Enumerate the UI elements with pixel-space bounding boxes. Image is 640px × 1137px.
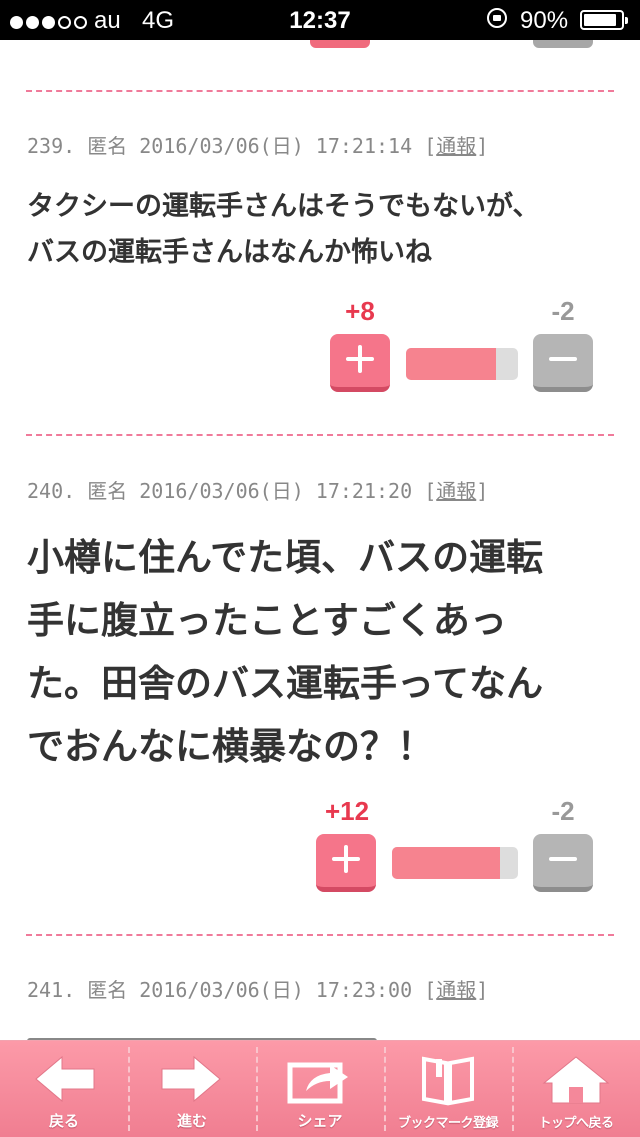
comment-datetime: 2016/03/06(日) 17:21:20 bbox=[139, 479, 413, 503]
comment-text: タクシーの運転手さんはそうでもないが、 バスの運転手さんはなんか怖いね bbox=[27, 184, 597, 276]
share-icon bbox=[287, 1062, 348, 1104]
vote-ratio-fill bbox=[392, 847, 500, 879]
share-label: シェア bbox=[297, 1112, 343, 1130]
back-label: 戻る bbox=[48, 1112, 79, 1130]
report-link[interactable]: 通報 bbox=[436, 978, 476, 1002]
arrow-left-icon bbox=[35, 1055, 95, 1103]
comment-line: でおんなに横暴なの？！ bbox=[27, 725, 434, 768]
divider bbox=[26, 934, 614, 936]
minus-icon bbox=[549, 857, 577, 861]
comment-meta: 239. 匿名 2016/03/06(日) 17:21:14 [通報] bbox=[27, 134, 489, 158]
plus-vote-count: +8 bbox=[345, 296, 375, 326]
plus-vote-button[interactable] bbox=[330, 334, 390, 392]
battery-icon bbox=[580, 10, 628, 30]
rotation-lock-icon bbox=[487, 8, 507, 28]
comment-meta: 240. 匿名 2016/03/06(日) 17:21:20 [通報] bbox=[27, 479, 489, 503]
vote-ratio-bar bbox=[406, 348, 518, 380]
comment-number: 239. bbox=[27, 134, 76, 158]
comment-number: 240. bbox=[27, 479, 76, 503]
minus-vote-button[interactable] bbox=[533, 334, 593, 392]
plus-vote-button[interactable] bbox=[316, 834, 376, 892]
minus-vote-count: -2 bbox=[551, 296, 575, 326]
comment-author: 匿名 bbox=[87, 978, 128, 1002]
arrow-right-icon bbox=[161, 1055, 221, 1103]
bookmark-label: ブックマーク登録 bbox=[397, 1116, 499, 1131]
forward-label: 進む bbox=[176, 1112, 207, 1130]
forward-button[interactable]: 進む bbox=[128, 1041, 256, 1137]
vote-ratio-fill bbox=[406, 348, 496, 380]
comment-datetime: 2016/03/06(日) 17:23:00 bbox=[139, 978, 413, 1002]
comment-author: 匿名 bbox=[87, 479, 128, 503]
comment-line: た。田舎のバス運転手ってなん bbox=[27, 662, 544, 705]
comment-meta: 241. 匿名 2016/03/06(日) 17:23:00 [通報] bbox=[27, 978, 489, 1002]
comment-line: バスの運転手さんはなんか怖いね bbox=[27, 237, 432, 268]
top-button[interactable]: トップへ戻る bbox=[512, 1041, 640, 1137]
bottom-toolbar: 戻る 進む シェア ブックマーク登録 トップへ戻る bbox=[0, 1040, 640, 1137]
share-button[interactable]: シェア bbox=[256, 1041, 384, 1137]
battery-percent: 90% bbox=[520, 7, 569, 34]
comment-line: タクシーの運転手さんはそうでもないが、 bbox=[27, 191, 540, 222]
comment-text: 小樽に住んでた頃、バスの運転 手に腹立ったことすごくあっ た。田舎のバス運転手っ… bbox=[27, 526, 597, 778]
bookmark-button[interactable]: ブックマーク登録 bbox=[384, 1041, 512, 1137]
comment-line: 小樽に住んでた頃、バスの運転 bbox=[27, 536, 544, 579]
comment-number: 241. bbox=[27, 978, 76, 1002]
vote-ratio-bar bbox=[392, 847, 518, 879]
report-link[interactable]: 通報 bbox=[436, 134, 476, 158]
minus-vote-count: -2 bbox=[551, 796, 575, 826]
comment-datetime: 2016/03/06(日) 17:21:14 bbox=[139, 134, 413, 158]
minus-vote-button[interactable] bbox=[533, 834, 593, 892]
plus-vote-count: +12 bbox=[324, 796, 370, 826]
divider bbox=[26, 434, 614, 436]
home-icon bbox=[542, 1056, 610, 1104]
top-label: トップへ戻る bbox=[538, 1116, 614, 1131]
comment-line: 手に腹立ったことすごくあっ bbox=[27, 599, 507, 642]
status-bar: au 4G 12:37 90% bbox=[0, 0, 640, 40]
comment-author: 匿名 bbox=[87, 134, 128, 158]
back-button[interactable]: 戻る bbox=[0, 1041, 128, 1137]
book-icon bbox=[422, 1056, 474, 1106]
divider bbox=[26, 90, 614, 92]
report-link[interactable]: 通報 bbox=[436, 479, 476, 503]
minus-icon bbox=[549, 357, 577, 361]
